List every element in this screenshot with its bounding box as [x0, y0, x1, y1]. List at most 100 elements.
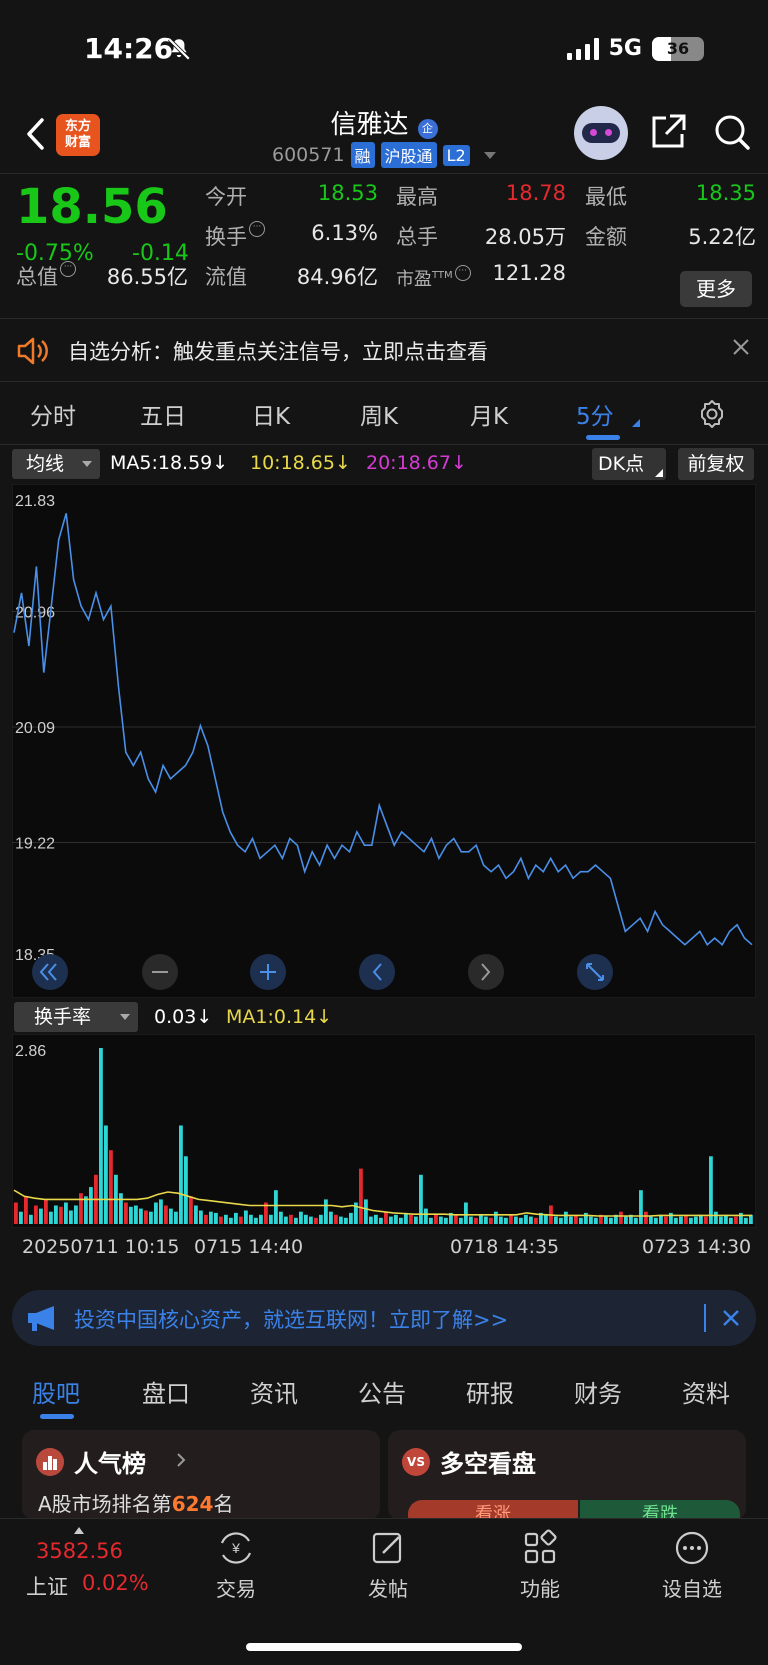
volume-bar [64, 1202, 68, 1224]
scroll-left-icon[interactable] [359, 954, 395, 990]
dk-point-button[interactable]: DK点 [592, 448, 666, 480]
chevron-right-icon [177, 1453, 186, 1467]
volume-bar [59, 1206, 63, 1224]
ranking-icon [36, 1448, 64, 1476]
tab-five-day[interactable]: 五日 [140, 397, 186, 431]
vs-icon: VS [402, 1448, 430, 1476]
zoom-out-icon[interactable] [142, 954, 178, 990]
tab-orderbook[interactable]: 盘口 [142, 1374, 190, 1409]
volume-bar [679, 1216, 683, 1224]
volume-bar [704, 1216, 708, 1224]
tab-5min[interactable]: 5分 [576, 397, 614, 431]
volume-bar [29, 1214, 33, 1224]
tab-weekly-k[interactable]: 周K [360, 397, 398, 431]
grid-icon [524, 1529, 557, 1564]
volume-bar [329, 1211, 333, 1224]
turnover-rate-value: 0.03↓ [154, 1006, 213, 1028]
volume-bar [439, 1216, 443, 1224]
forward-adjust-button[interactable]: 前复权 [678, 448, 754, 480]
tab-news[interactable]: 资讯 [250, 1374, 298, 1409]
volume-chart[interactable]: 2.86 [12, 1034, 756, 1228]
tab-finance[interactable]: 财务 [574, 1374, 622, 1409]
notice-bar[interactable]: 自选分析：触发重点关注信号，立即点击查看 [0, 320, 768, 382]
functions-button[interactable]: 功能 [485, 1529, 595, 1602]
search-icon[interactable] [712, 112, 752, 152]
gear-icon[interactable] [697, 399, 727, 429]
pe-label[interactable]: 市盈TTM ··· [396, 265, 471, 291]
long-short-card[interactable]: VS 多空看盘 看涨 看跌 [388, 1430, 746, 1520]
signal-icon [566, 37, 599, 60]
volume-bar [239, 1216, 243, 1224]
zoom-in-icon[interactable] [250, 954, 286, 990]
volume-bar [164, 1205, 168, 1224]
turnover-label[interactable]: 换手 ··· [205, 221, 265, 251]
volume-bar [299, 1211, 303, 1224]
fullscreen-icon[interactable] [577, 954, 613, 990]
volume-bar [434, 1214, 438, 1224]
close-icon[interactable] [730, 336, 752, 358]
stock-code-row[interactable]: 600571 融 沪股通 L2 [272, 142, 496, 168]
volume-bar [544, 1214, 548, 1224]
status-time: 14:26 [84, 32, 174, 65]
volume-bar [309, 1216, 313, 1224]
tab-profile[interactable]: 资料 [682, 1374, 730, 1409]
ma-type-dropdown[interactable]: 均线 [12, 449, 100, 479]
volume-bar [604, 1216, 608, 1224]
volume-bar [19, 1211, 23, 1224]
tab-daily-k[interactable]: 日K [252, 397, 290, 431]
volume-value: 28.05万 [484, 225, 566, 249]
scroll-left-fast-icon[interactable] [32, 954, 68, 990]
price-chart[interactable]: 21.8320.9620.0919.2218.35 [12, 484, 756, 998]
volume-bar [149, 1211, 153, 1224]
popularity-card[interactable]: 人气榜 A股市场排名第624名 [22, 1430, 380, 1520]
tab-intraday[interactable]: 分时 [30, 397, 76, 431]
more-button[interactable]: 更多 [680, 271, 752, 307]
total-value-label[interactable]: 总值 ··· [16, 261, 76, 291]
tab-research[interactable]: 研报 [466, 1374, 514, 1409]
y-tick-label: 21.83 [15, 493, 55, 510]
volume-bar [709, 1156, 713, 1224]
volume-bar [654, 1217, 658, 1224]
volume-bar [639, 1190, 643, 1224]
volume-bar [124, 1202, 128, 1224]
post-button[interactable]: 发帖 [333, 1529, 443, 1602]
trade-label: 交易 [216, 1577, 256, 1601]
long-short-title: 多空看盘 [440, 1450, 536, 1478]
add-watchlist-button[interactable]: 设自选 [637, 1529, 747, 1602]
volume-bar [714, 1211, 718, 1224]
tab-announcements[interactable]: 公告 [358, 1374, 406, 1409]
volume-bar [744, 1217, 748, 1224]
volume-bar [719, 1216, 723, 1224]
turnover-ma-value: MA1:0.14↓ [226, 1006, 333, 1028]
volume-bar [44, 1199, 48, 1224]
bullish-button[interactable]: 看涨 [408, 1500, 578, 1520]
assistant-avatar[interactable] [574, 106, 628, 160]
edit-icon [372, 1532, 402, 1564]
svg-text:¥: ¥ [231, 1540, 240, 1556]
stock-code: 600571 [272, 144, 345, 166]
tab-forum[interactable]: 股吧 [32, 1374, 80, 1409]
chevron-down-icon [483, 151, 496, 159]
battery-icon: 36 [652, 36, 704, 61]
scroll-right-icon[interactable] [468, 954, 504, 990]
trade-button[interactable]: ¥ 交易 [181, 1529, 291, 1602]
trade-icon: ¥ [220, 1532, 252, 1564]
tag-connect: 沪股通 [380, 142, 437, 168]
share-icon[interactable] [648, 112, 688, 152]
volume-bar [394, 1214, 398, 1224]
volume-bar [314, 1217, 318, 1224]
volume-bar [334, 1214, 338, 1224]
volume-bar [634, 1217, 638, 1224]
time-axis-labels: 20250711 10:15 0715 14:40 0718 14:35 072… [0, 1236, 768, 1264]
volume-type-dropdown[interactable]: 换手率 [14, 1002, 138, 1032]
tab-monthly-k[interactable]: 月K [470, 397, 508, 431]
close-icon[interactable] [720, 1307, 742, 1329]
ad-banner[interactable]: 投资中国核心资产，就选互联网！立即了解>> [12, 1290, 756, 1346]
bell-muted-icon [167, 37, 191, 61]
volume-bar [139, 1208, 143, 1224]
volume-bar [494, 1211, 498, 1224]
volume-bar [469, 1216, 473, 1224]
volume-bar [144, 1210, 148, 1224]
volume-indicator-row: 换手率 0.03↓ MA1:0.14↓ [0, 1000, 768, 1034]
bearish-button[interactable]: 看跌 [580, 1500, 740, 1520]
